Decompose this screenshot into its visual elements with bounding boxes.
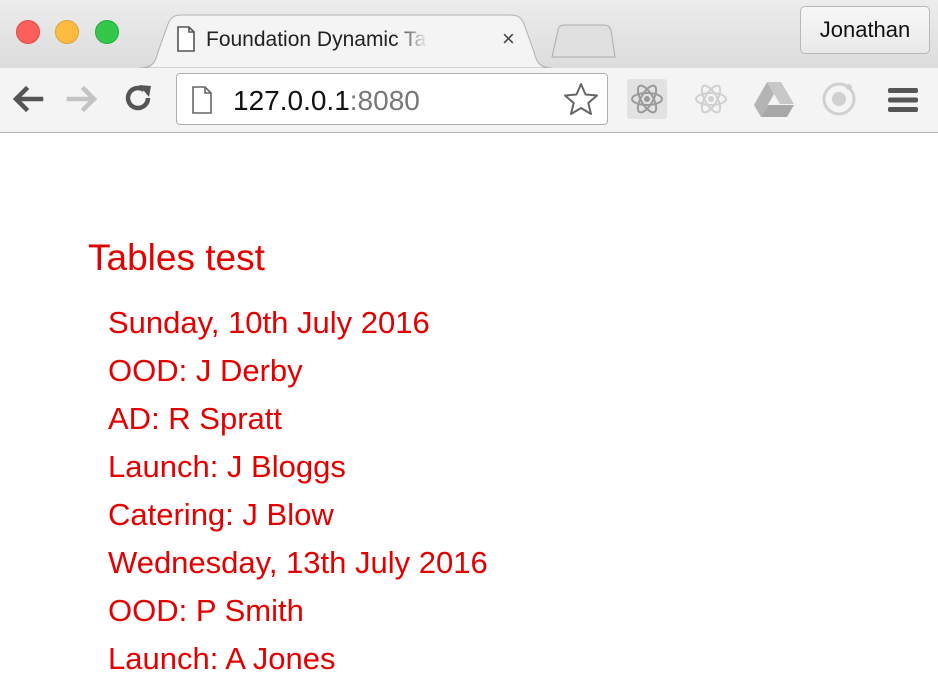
back-arrow-icon[interactable] [10, 84, 44, 119]
react-icon[interactable] [626, 78, 668, 125]
window-minimize-button[interactable] [55, 20, 79, 44]
profile-button[interactable]: Jonathan [800, 6, 930, 54]
page-title: Tables test [88, 237, 265, 278]
url-host: 127.0.0.1 [233, 85, 350, 116]
new-tab-button[interactable] [548, 24, 616, 58]
window-maximize-button[interactable] [95, 20, 119, 44]
page-icon [191, 86, 213, 119]
browser-titlebar: Foundation Dynamic Tables × Jonathan [0, 0, 938, 68]
list-item-date: Wednesday, 13th July 2016 [108, 545, 488, 580]
list-item: Catering: J Blow [108, 497, 334, 532]
list-item: Launch: J Bloggs [108, 449, 346, 484]
schedule-list: Sunday, 10th July 2016 OOD: J Derby AD: … [108, 303, 488, 687]
ionic-icon[interactable] [818, 78, 860, 125]
hamburger-menu-icon[interactable] [888, 86, 918, 119]
react-icon-disabled[interactable] [690, 78, 732, 125]
browser-tab[interactable]: Foundation Dynamic Tables × [140, 14, 552, 68]
list-item: OOD: P Smith [108, 593, 304, 628]
list-item: OOD: J Derby [108, 353, 303, 388]
page-icon [176, 26, 196, 57]
google-drive-icon[interactable] [752, 78, 796, 125]
tab-close-button[interactable]: × [502, 26, 515, 52]
forward-arrow-icon[interactable] [66, 84, 100, 119]
tab-title: Foundation Dynamic Tables [206, 28, 428, 51]
address-bar[interactable]: 127.0.0.1:8080 [176, 73, 608, 125]
browser-toolbar: 127.0.0.1:8080 [0, 68, 938, 133]
list-item: AD: R Spratt [108, 401, 282, 436]
reload-icon[interactable] [124, 84, 154, 119]
window-close-button[interactable] [16, 20, 40, 44]
url-port: :8080 [349, 85, 420, 116]
star-icon[interactable] [563, 82, 599, 121]
page-content: Tables test Sunday, 10th July 2016 OOD: … [0, 133, 938, 680]
url-text: 127.0.0.1:8080 [233, 85, 420, 117]
list-item-date: Sunday, 10th July 2016 [108, 305, 430, 340]
